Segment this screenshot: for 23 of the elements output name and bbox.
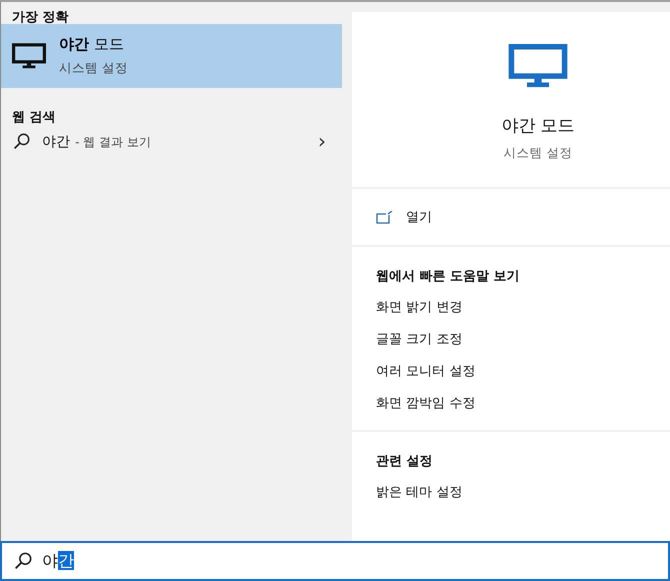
monitor-icon — [12, 43, 46, 69]
result-subtitle: 시스템 설정 — [59, 60, 128, 77]
search-icon — [14, 552, 32, 570]
detail-subtitle: 시스템 설정 — [504, 145, 572, 162]
monitor-icon — [507, 44, 569, 88]
result-title: 야간 모드 — [59, 35, 125, 54]
detail-title: 야간 모드 — [501, 115, 575, 137]
open-window-icon — [376, 210, 393, 224]
open-link[interactable]: 열기 — [406, 208, 432, 226]
search-icon — [13, 132, 30, 150]
section-heading: 가장 정확 — [11, 9, 70, 24]
section-heading: 웹 검색 — [11, 109, 57, 124]
help-link[interactable]: 밝은 테마 설정 — [376, 485, 462, 500]
result-item[interactable]: 야간 모드 시스템 설정 — [1, 24, 342, 88]
web-search-link[interactable]: 야간 - 웹 결과 보기 — [42, 131, 151, 151]
help-link[interactable]: 화면 밝기 변경 — [376, 300, 462, 315]
search-field[interactable]: 야간 — [0, 541, 670, 581]
chevron-icon[interactable]: › — [318, 129, 330, 153]
help-link[interactable]: 여러 모니터 설정 — [376, 364, 476, 379]
section-heading: 웹에서 빠른 도움말 보기 — [376, 268, 521, 285]
help-link[interactable]: 글꼴 크기 조정 — [376, 332, 462, 347]
help-link[interactable]: 화면 깜박임 수정 — [376, 396, 476, 411]
section-heading: 관련 설정 — [376, 453, 434, 470]
